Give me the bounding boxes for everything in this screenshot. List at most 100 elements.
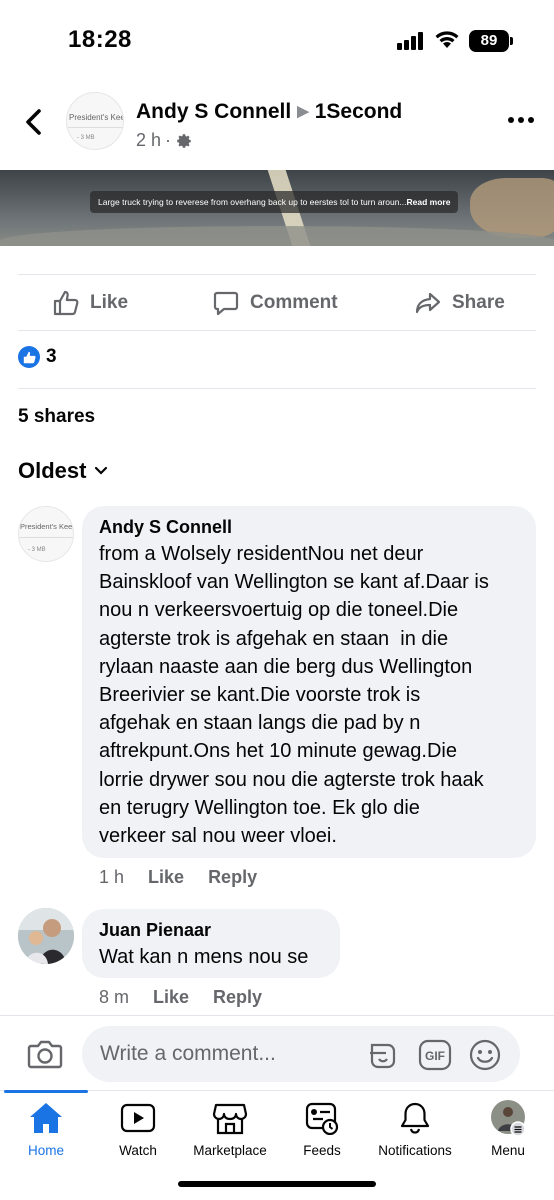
divider xyxy=(18,274,536,275)
tab-label: Marketplace xyxy=(193,1143,267,1158)
gear-icon xyxy=(177,133,191,148)
commenter-avatar-subtext: - 3 MB xyxy=(28,547,46,553)
wifi-icon xyxy=(435,31,459,48)
shared-to-arrow-icon: ▶ xyxy=(297,103,309,120)
active-tab-indicator xyxy=(4,1090,88,1093)
comment-time[interactable]: 1 h xyxy=(99,867,124,888)
more-options-icon[interactable] xyxy=(506,110,536,130)
comment-meta: 8 m Like Reply xyxy=(99,987,262,1008)
commenter-avatar-divider xyxy=(19,537,73,538)
feeds-icon xyxy=(305,1102,339,1135)
video-caption-text: Large truck trying to reverese from over… xyxy=(98,197,407,207)
tab-label: Feeds xyxy=(303,1143,341,1158)
like-reaction-icon xyxy=(18,346,40,368)
roadside-rock xyxy=(470,178,554,238)
comment-text-line: nou n verkeersvoertuig op die toneel.Die xyxy=(99,599,459,622)
battery-nub xyxy=(510,37,513,45)
page-avatar-divider xyxy=(67,127,123,128)
post-time[interactable]: 2 h xyxy=(136,130,161,151)
status-time: 18:28 xyxy=(68,26,132,53)
tab-watch[interactable]: Watch xyxy=(92,1099,184,1158)
author-line: Andy S Connell ▶ 1Second xyxy=(136,100,402,124)
comment-text-line: from a Wolsely residentNou net deur xyxy=(99,543,424,565)
battery-indicator: 89 xyxy=(469,30,509,52)
tab-notifications[interactable]: Notifications xyxy=(368,1099,462,1158)
comment-text-line: Breerivier se kant.Die voorste trok is xyxy=(99,684,421,707)
tab-label: Notifications xyxy=(378,1143,452,1158)
like-label: Like xyxy=(90,292,129,313)
sort-label: Oldest xyxy=(18,458,87,483)
reaction-count: 3 xyxy=(46,346,57,367)
comment-meta: 1 h Like Reply xyxy=(99,867,257,888)
avatar-sticker-icon[interactable] xyxy=(366,1039,400,1071)
emoji-icon[interactable] xyxy=(468,1039,502,1071)
commenter-avatar[interactable]: President's Keep - 3 MB xyxy=(18,506,74,562)
post-meta: 2 h · xyxy=(136,130,193,151)
watch-icon xyxy=(120,1103,156,1133)
share-label: Share xyxy=(452,292,505,313)
comment-input[interactable]: Write a comment... GIF xyxy=(82,1026,520,1082)
comment-text-line: agterste trok is afgehak en staan in die xyxy=(99,627,449,650)
share-arrow-icon xyxy=(415,292,441,314)
comment-bubble[interactable]: Andy S Connell from a Wolsely residentNo… xyxy=(82,506,536,858)
back-arrow-icon[interactable] xyxy=(20,106,48,138)
divider xyxy=(18,388,536,389)
comment-bubble[interactable]: Juan Pienaar Wat kan n mens nou se xyxy=(82,909,340,978)
post-header: President's Keep - 3 MB Andy S Connell ▶ 1… xyxy=(0,88,554,158)
thumbs-up-icon xyxy=(53,290,79,316)
comment-text-line: aftrekpunt.Ons het 10 minute gewag.Die xyxy=(99,740,457,763)
home-indicator xyxy=(178,1181,376,1187)
tab-menu[interactable]: Menu xyxy=(462,1099,554,1158)
camera-icon[interactable] xyxy=(27,1038,63,1070)
comment-reply-button[interactable]: Reply xyxy=(213,987,262,1008)
reactions-summary[interactable]: 3 xyxy=(18,346,57,368)
comment-like-button[interactable]: Like xyxy=(153,987,189,1008)
comment-sort-dropdown[interactable]: Oldest xyxy=(18,458,108,484)
video-caption[interactable]: Large truck trying to reverese from over… xyxy=(90,191,459,213)
cellular-signal-icon xyxy=(397,32,423,50)
comment-text: from a Wolsely residentNou net deur Bain… xyxy=(99,540,518,850)
video-thumbnail[interactable]: Large truck trying to reverese from over… xyxy=(0,170,554,246)
status-bar: 18:28 89 xyxy=(0,0,554,80)
tab-marketplace[interactable]: Marketplace xyxy=(184,1099,276,1158)
post-actions: Like Comment Share xyxy=(18,277,536,329)
home-icon xyxy=(30,1103,62,1133)
svg-text:GIF: GIF xyxy=(425,1049,445,1063)
tab-home[interactable]: Home xyxy=(0,1099,92,1158)
bell-icon xyxy=(400,1102,430,1134)
menu-avatar-icon xyxy=(491,1100,526,1137)
comment-text-line: rylaan naaste aan die berg dus Wellingto… xyxy=(99,655,473,678)
page-avatar-subtext: - 3 MB xyxy=(77,135,95,141)
page-avatar[interactable]: President's Keep - 3 MB xyxy=(66,92,124,150)
comment-placeholder: Write a comment... xyxy=(100,1042,276,1065)
gif-icon[interactable]: GIF xyxy=(418,1039,452,1071)
read-more-link[interactable]: Read more xyxy=(407,197,451,207)
group-name[interactable]: 1Second xyxy=(315,100,403,123)
comment-like-button[interactable]: Like xyxy=(148,867,184,888)
comment-text-line: Wat kan n mens nou se xyxy=(99,946,309,968)
comment-text-line: lorrie drywer sou nou die agterste trok … xyxy=(99,768,484,791)
commenter-avatar[interactable] xyxy=(18,908,74,964)
chevron-down-icon xyxy=(95,466,108,475)
comment-icon xyxy=(213,291,239,316)
comment-label: Comment xyxy=(250,292,338,313)
comment-author[interactable]: Juan Pienaar xyxy=(99,920,322,941)
share-button[interactable]: Share xyxy=(414,277,505,329)
tab-feeds[interactable]: Feeds xyxy=(276,1099,368,1158)
author-name[interactable]: Andy S Connell xyxy=(136,100,291,123)
comment-text-line: verkeer sal nou weer vloei. xyxy=(99,825,337,848)
comment-reply-button[interactable]: Reply xyxy=(208,867,257,888)
comment-button[interactable]: Comment xyxy=(212,277,338,329)
comment-text-line: en terugry Wellington toe. Ek glo die xyxy=(99,796,420,819)
tab-label: Watch xyxy=(119,1143,157,1158)
marketplace-icon xyxy=(212,1103,248,1135)
like-button[interactable]: Like xyxy=(52,277,128,329)
comment-text: Wat kan n mens nou se xyxy=(99,943,322,971)
comment-time[interactable]: 8 m xyxy=(99,987,129,1008)
vehicle-hood xyxy=(0,226,554,246)
meta-separator: · xyxy=(165,130,172,150)
tab-label: Menu xyxy=(491,1143,525,1158)
tab-label: Home xyxy=(27,1143,64,1158)
comment-author[interactable]: Andy S Connell xyxy=(99,517,518,538)
shares-count[interactable]: 5 shares xyxy=(18,406,95,428)
